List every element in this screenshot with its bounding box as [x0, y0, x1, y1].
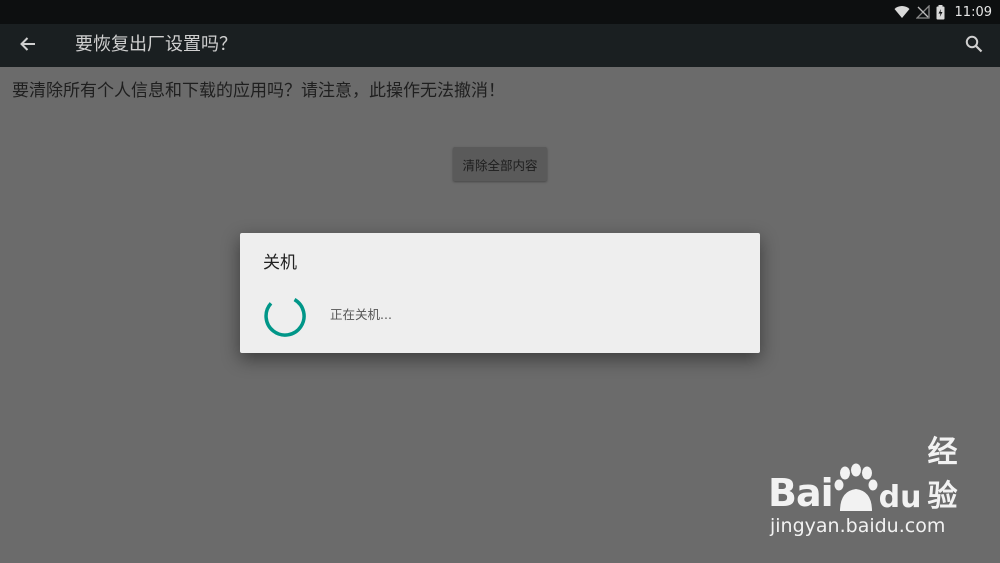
watermark-url: jingyan.baidu.com	[770, 515, 946, 537]
status-bar: 11:09	[0, 0, 1000, 24]
warning-message: 要清除所有个人信息和下载的应用吗？请注意，此操作无法撤消！	[12, 81, 505, 101]
dialog-message: 正在关机...	[330, 307, 392, 322]
logo-text-bai: Bai	[768, 471, 834, 515]
search-icon	[965, 35, 983, 57]
dialog-title: 关机	[263, 253, 297, 273]
baidu-logo: Bai du 经验	[768, 435, 968, 515]
status-icons: 11:09	[894, 0, 992, 24]
search-button[interactable]	[958, 30, 990, 62]
paw-icon	[834, 463, 878, 515]
page-title: 要恢复出厂设置吗？	[75, 34, 237, 55]
arrow-left-icon	[19, 35, 37, 57]
clear-all-button[interactable]: 清除全部内容	[453, 147, 547, 181]
wifi-icon	[894, 5, 910, 19]
shutdown-dialog: 关机 正在关机...	[240, 233, 760, 353]
logo-text-jingyan: 经验	[927, 435, 958, 514]
logo-text-du: du	[878, 480, 922, 515]
battery-icon	[936, 4, 945, 20]
baidu-jingyan-watermark: Bai du 经验 jingyan.baidu.com	[768, 435, 968, 545]
action-bar: 要恢复出厂设置吗？	[0, 24, 1000, 67]
clock: 11:09	[954, 4, 992, 20]
no-signal-icon	[915, 5, 930, 19]
progress-spinner-icon	[264, 295, 306, 337]
back-button[interactable]	[12, 30, 44, 62]
